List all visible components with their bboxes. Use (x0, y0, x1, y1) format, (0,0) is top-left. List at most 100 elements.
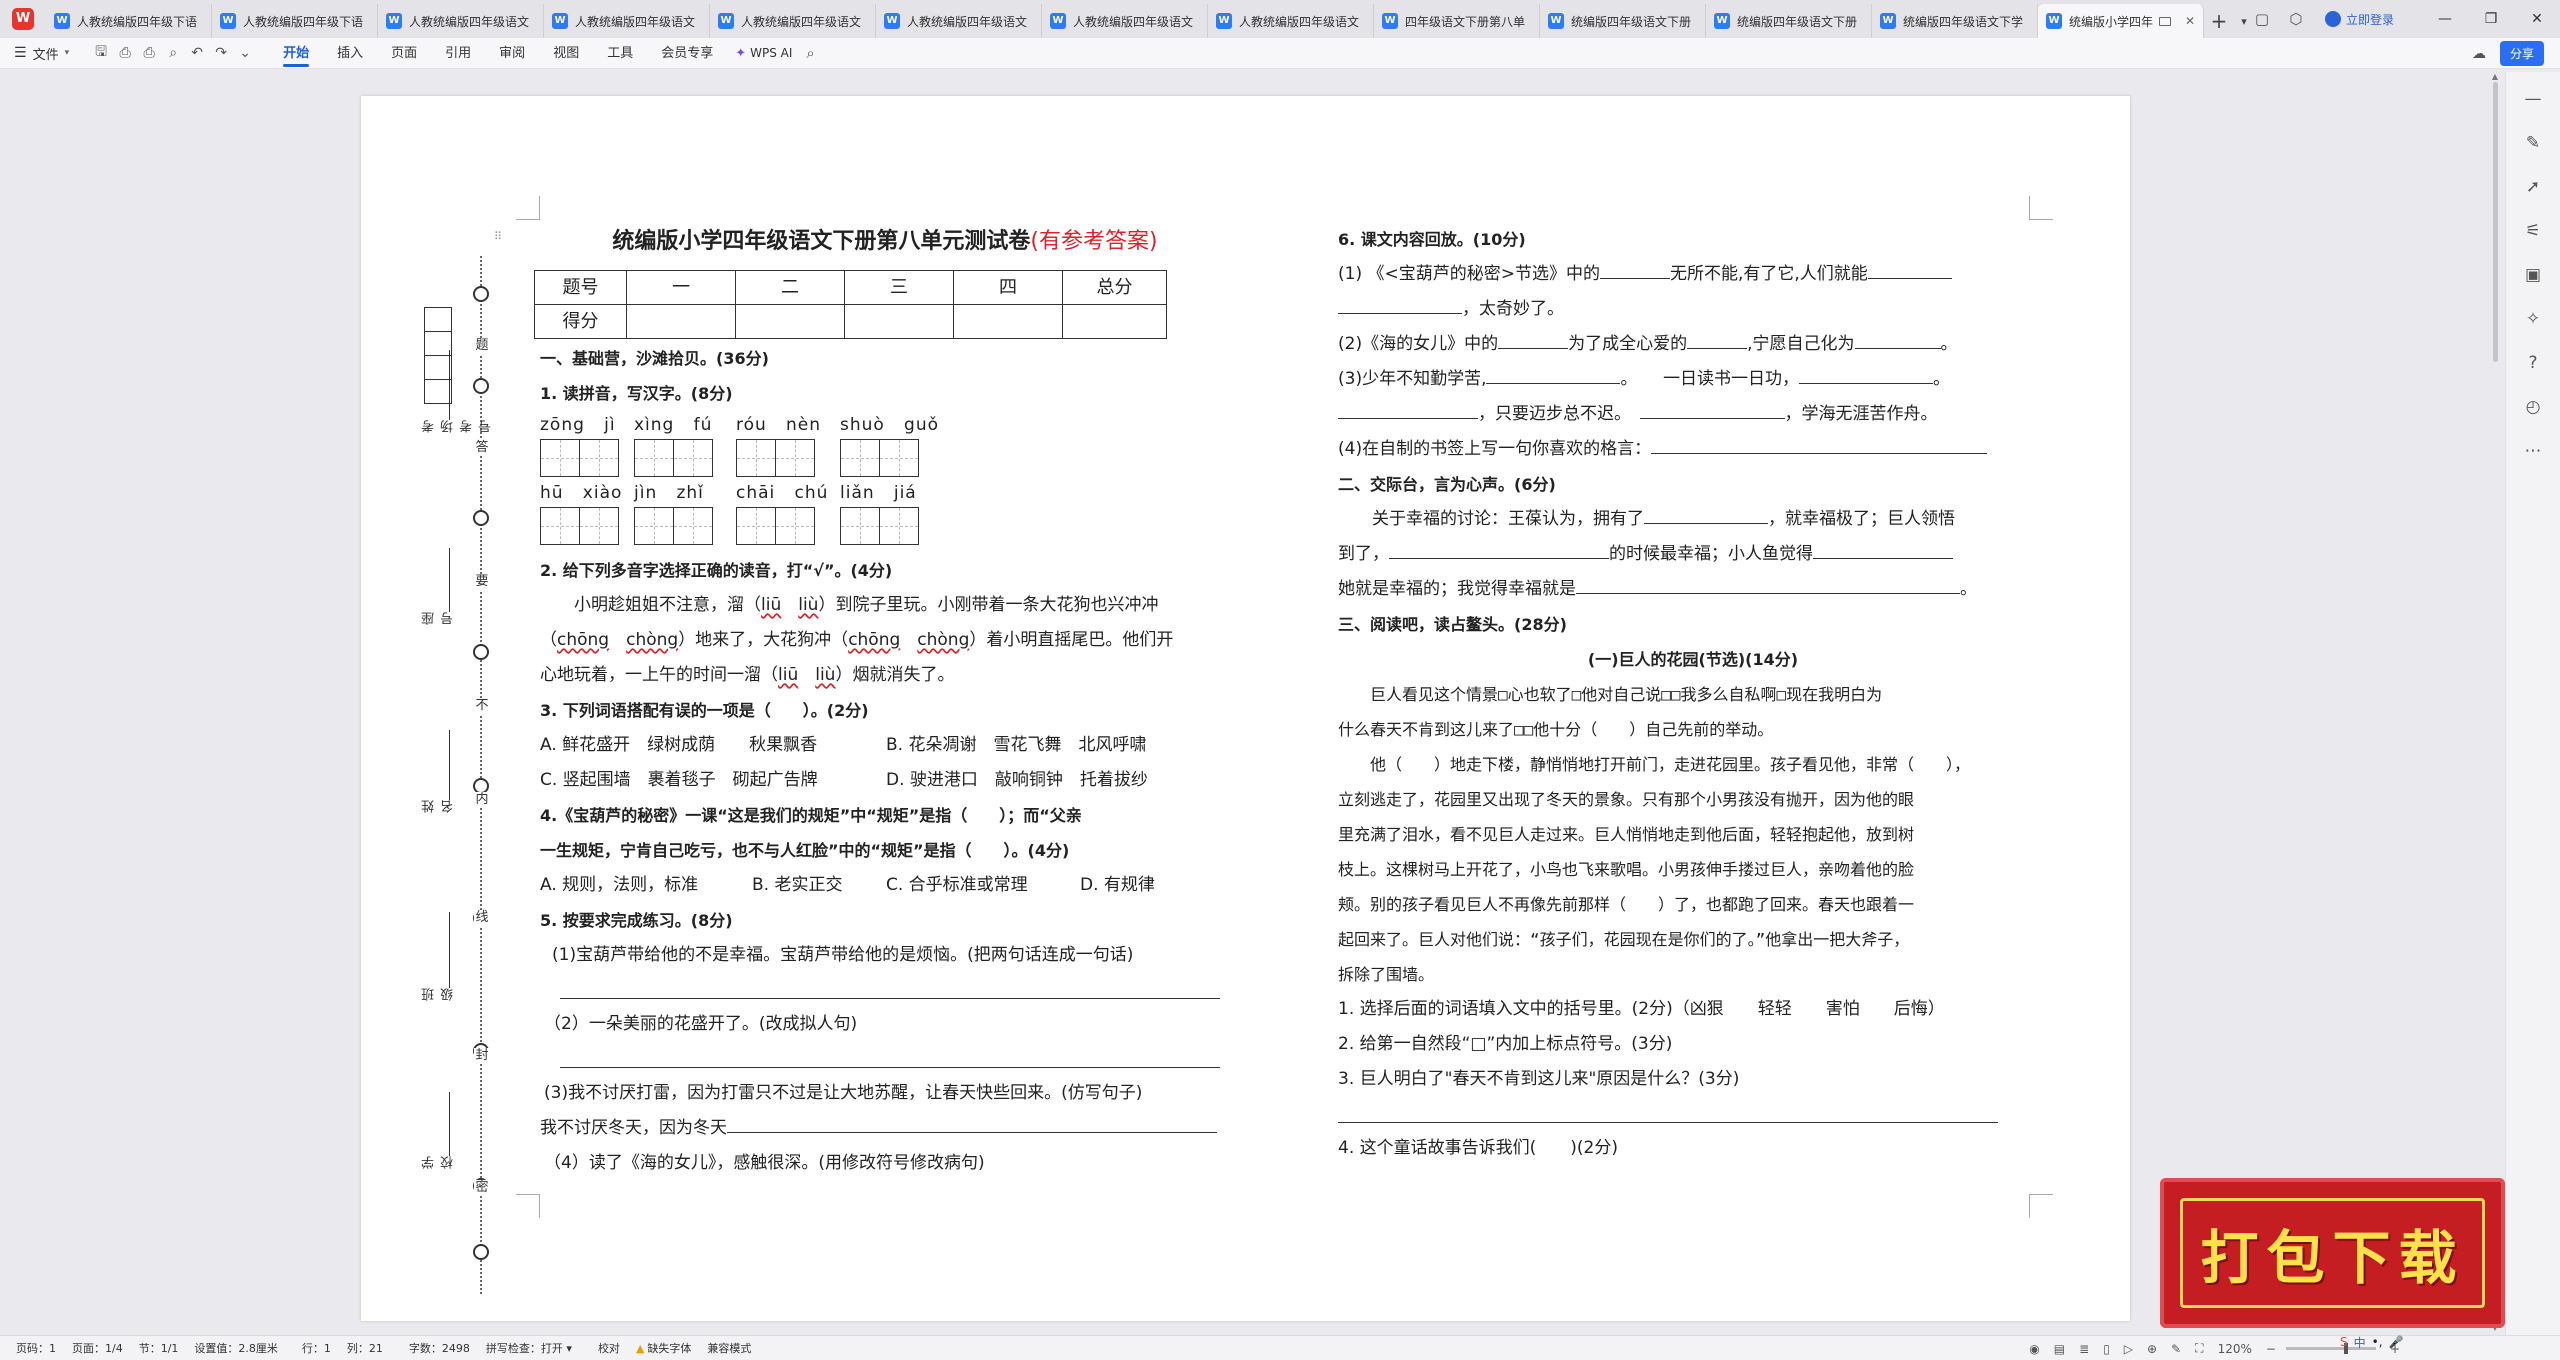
menu-item[interactable]: 插入 (323, 38, 377, 69)
character-box[interactable] (540, 507, 580, 545)
answer-line[interactable] (1338, 1101, 1998, 1123)
answer-line[interactable] (560, 1046, 1220, 1068)
read-mode-icon[interactable]: ▯ (2103, 1342, 2110, 1356)
character-box[interactable] (775, 439, 815, 477)
undo-icon[interactable]: ↶ (185, 45, 209, 61)
history-icon[interactable]: ◴ (2518, 392, 2548, 422)
magic-icon[interactable]: ✧ (2518, 304, 2548, 334)
character-box[interactable] (879, 507, 919, 545)
character-box[interactable] (673, 439, 713, 477)
document-tab[interactable]: W 统编版小学四年 ✕ (2038, 4, 2204, 38)
document-tab[interactable]: W 统编版四年级语文下册 (1706, 4, 1872, 38)
option[interactable]: C. 合乎标准或常理 (886, 868, 1080, 903)
more-icon[interactable]: ⋯ (2518, 436, 2548, 466)
menu-item[interactable]: 工具 (593, 38, 647, 69)
menu-item[interactable]: 页面 (377, 38, 431, 69)
search-icon[interactable]: ⌕ (806, 44, 814, 62)
help-icon[interactable]: ? (2518, 348, 2548, 378)
score-cell[interactable] (735, 304, 845, 339)
minimize-button[interactable]: — (2422, 0, 2468, 38)
status-words[interactable]: 字数：2498 (409, 1340, 470, 1356)
answer-blank[interactable] (1867, 261, 1952, 279)
character-box[interactable] (879, 439, 919, 477)
print-icon[interactable]: ⎙ (137, 45, 161, 61)
menu-item[interactable]: 开始 (269, 38, 323, 69)
close-window-button[interactable]: ✕ (2514, 0, 2560, 38)
document-tab[interactable]: W 四年级语文下册第八单 (1374, 4, 1540, 38)
status-proof[interactable]: 校对 (598, 1340, 620, 1356)
option[interactable]: C. 竖起围墙 裹着毯子 砌起广告牌 (540, 763, 886, 798)
wps-logo-icon[interactable]: W (0, 0, 46, 38)
answer-blank[interactable] (1687, 331, 1748, 349)
character-box[interactable] (579, 507, 619, 545)
answer-blank[interactable] (727, 1115, 1217, 1133)
document-tab[interactable]: W 人教统编版四年级下语 (46, 4, 212, 38)
score-cell[interactable] (1062, 304, 1167, 339)
new-tab-button[interactable]: + (2204, 4, 2234, 38)
answer-blank[interactable] (1644, 506, 1768, 524)
outline-view-icon[interactable]: ≣ (2079, 1342, 2089, 1356)
document-tab[interactable]: W 人教统编版四年级语文 (544, 4, 710, 38)
answer-blank[interactable] (1639, 401, 1785, 419)
menu-item[interactable]: 会员专享 (647, 38, 727, 69)
answer-blank[interactable] (1338, 296, 1462, 314)
collapse-icon[interactable]: — (2518, 84, 2548, 114)
zoom-out-icon[interactable]: − (2266, 1342, 2276, 1356)
page-view-icon[interactable]: ▤ (2054, 1342, 2065, 1356)
web-view-icon[interactable]: ⊕ (2147, 1342, 2157, 1356)
save-icon[interactable]: 🖫 (89, 41, 113, 65)
score-cell[interactable] (844, 304, 954, 339)
status-page[interactable]: 页码：1 (16, 1340, 56, 1356)
share-button[interactable]: 分享 (2499, 41, 2544, 66)
edit-icon[interactable]: ✎ (2171, 1342, 2181, 1356)
restore-button[interactable]: ❐ (2468, 0, 2514, 38)
pen-icon[interactable]: ✎ (2518, 128, 2548, 158)
character-box[interactable] (540, 439, 580, 477)
scroll-up-icon[interactable]: ▲ (2489, 72, 2501, 81)
answer-blank[interactable] (1798, 366, 1933, 384)
answer-blank[interactable] (1651, 436, 1988, 454)
answer-blank[interactable] (1486, 366, 1621, 384)
option[interactable]: A. 规则，法则，标准 (540, 868, 752, 903)
answer-line[interactable] (560, 977, 1220, 999)
export-pdf-icon[interactable]: ⎙ (113, 45, 137, 61)
option[interactable]: B. 老实正交 (752, 868, 886, 903)
document-tab[interactable]: W 人教统编版四年级下语 (212, 4, 378, 38)
answer-blank[interactable] (1389, 541, 1609, 559)
ime-toolbar[interactable]: S 中 •, 🎤 (2340, 1332, 2410, 1352)
status-pages[interactable]: 页面：1/4 (72, 1340, 123, 1356)
character-box[interactable] (634, 507, 674, 545)
file-menu[interactable]: ☰ 文件 ▾ (14, 44, 69, 63)
redo-icon[interactable]: ↷ (209, 45, 233, 61)
print-preview-icon[interactable]: ⌕ (161, 45, 185, 61)
character-box[interactable] (736, 507, 776, 545)
document-tab[interactable]: W 统编版四年级语文下册 (1540, 4, 1706, 38)
option[interactable]: D. 驶进港口 敲响铜钟 托着拔纱 (886, 763, 1148, 798)
answer-blank[interactable] (1599, 261, 1670, 279)
fit-icon[interactable]: ⛶ (2195, 1341, 2203, 1356)
document-tab[interactable]: W 人教统编版四年级语文 (1042, 4, 1208, 38)
document-tab[interactable]: W 人教统编版四年级语文 (876, 4, 1042, 38)
document-tab[interactable]: W 人教统编版四年级语文 (1208, 4, 1374, 38)
option[interactable]: B. 花朵凋谢 雪花飞舞 北风呼啸 (886, 728, 1146, 763)
score-cell[interactable] (626, 304, 736, 339)
option[interactable]: A. 鲜花盛开 绿树成荫 秋果飘香 (540, 728, 886, 763)
menu-item[interactable]: 引用 (431, 38, 485, 69)
login-button[interactable]: 立即登录 (2324, 11, 2394, 28)
menu-item[interactable]: 审阅 (485, 38, 539, 69)
answer-blank[interactable] (1854, 331, 1941, 349)
document-tab[interactable]: W 人教统编版四年级语文 (710, 4, 876, 38)
close-tab-icon[interactable]: ✕ (2181, 14, 2195, 28)
play-icon[interactable]: ▷ (2124, 1342, 2133, 1356)
table-move-handle-icon[interactable]: ⠿ (494, 230, 502, 243)
download-banner[interactable]: 打包下载 (2160, 1178, 2505, 1328)
status-col[interactable]: 列：21 (347, 1340, 383, 1356)
status-setting[interactable]: 设置值：2.8厘米 (194, 1340, 278, 1356)
cube-icon[interactable]: ⬡ (2283, 6, 2309, 32)
score-cell[interactable] (953, 304, 1063, 339)
character-box[interactable] (673, 507, 713, 545)
select-arrow-icon[interactable]: ➚ (2518, 172, 2548, 202)
character-box[interactable] (840, 439, 880, 477)
image-tools-icon[interactable]: ▣ (2518, 260, 2548, 290)
answer-blank[interactable] (1498, 331, 1569, 349)
